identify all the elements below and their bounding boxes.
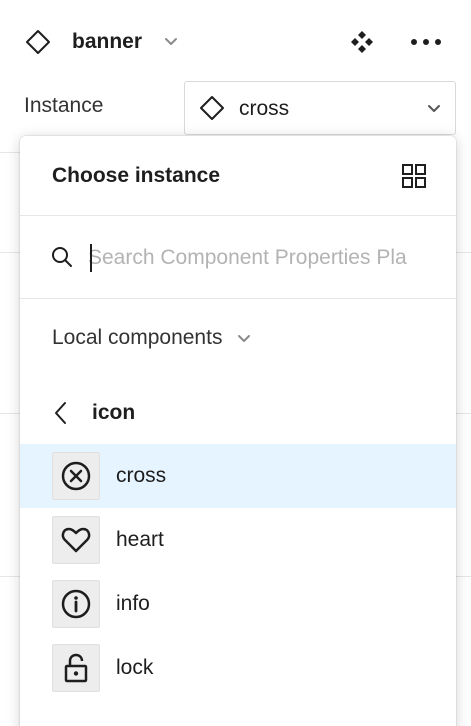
instance-picker-popover: Choose instance Local components icon xyxy=(20,136,456,726)
component-icon xyxy=(200,96,224,120)
library-dropdown[interactable]: Local components xyxy=(52,324,254,352)
instance-option-heart[interactable]: heart xyxy=(20,508,456,572)
heart-icon xyxy=(61,527,91,553)
back-to-parent-button[interactable]: icon xyxy=(50,398,135,428)
library-dropdown-label: Local components xyxy=(52,326,223,349)
thumbnail xyxy=(52,644,100,692)
popover-header: Choose instance xyxy=(20,136,456,216)
instance-option-cross[interactable]: cross xyxy=(20,444,456,508)
divider xyxy=(0,413,22,414)
instance-option-info[interactable]: info xyxy=(20,572,456,636)
search-row xyxy=(20,217,456,299)
more-icon[interactable] xyxy=(406,28,446,56)
cross-circle-icon xyxy=(61,461,91,491)
option-label: cross xyxy=(116,464,167,487)
grid-view-icon[interactable] xyxy=(400,162,428,190)
instance-select[interactable]: cross xyxy=(184,81,456,135)
divider xyxy=(0,152,22,153)
option-label: lock xyxy=(116,656,154,679)
thumbnail xyxy=(52,452,100,500)
popover-title: Choose instance xyxy=(52,164,221,187)
divider xyxy=(456,413,471,414)
search-input[interactable] xyxy=(88,239,434,277)
divider xyxy=(0,252,22,253)
divider xyxy=(0,576,22,577)
instance-select-value: cross xyxy=(239,97,290,120)
divider xyxy=(456,576,471,577)
info-icon xyxy=(61,589,91,619)
chevron-down-icon xyxy=(238,335,251,342)
chevron-down-icon xyxy=(428,105,440,112)
component-icon xyxy=(26,30,50,54)
option-label: info xyxy=(116,592,150,615)
variants-icon[interactable] xyxy=(348,28,376,56)
search-icon xyxy=(52,247,72,267)
properties-header: banner xyxy=(0,0,471,84)
instance-label: Instance xyxy=(24,94,104,117)
instance-option-lock[interactable]: lock xyxy=(20,636,456,700)
option-label: heart xyxy=(116,528,164,551)
component-name[interactable]: banner xyxy=(72,28,142,56)
thumbnail xyxy=(52,580,100,628)
thumbnail xyxy=(52,516,100,564)
folder-name: icon xyxy=(92,401,136,424)
lock-icon xyxy=(64,653,88,683)
text-caret xyxy=(90,244,92,272)
chevron-down-icon[interactable] xyxy=(160,30,182,52)
divider xyxy=(456,252,471,253)
chevron-left-icon xyxy=(55,402,66,424)
